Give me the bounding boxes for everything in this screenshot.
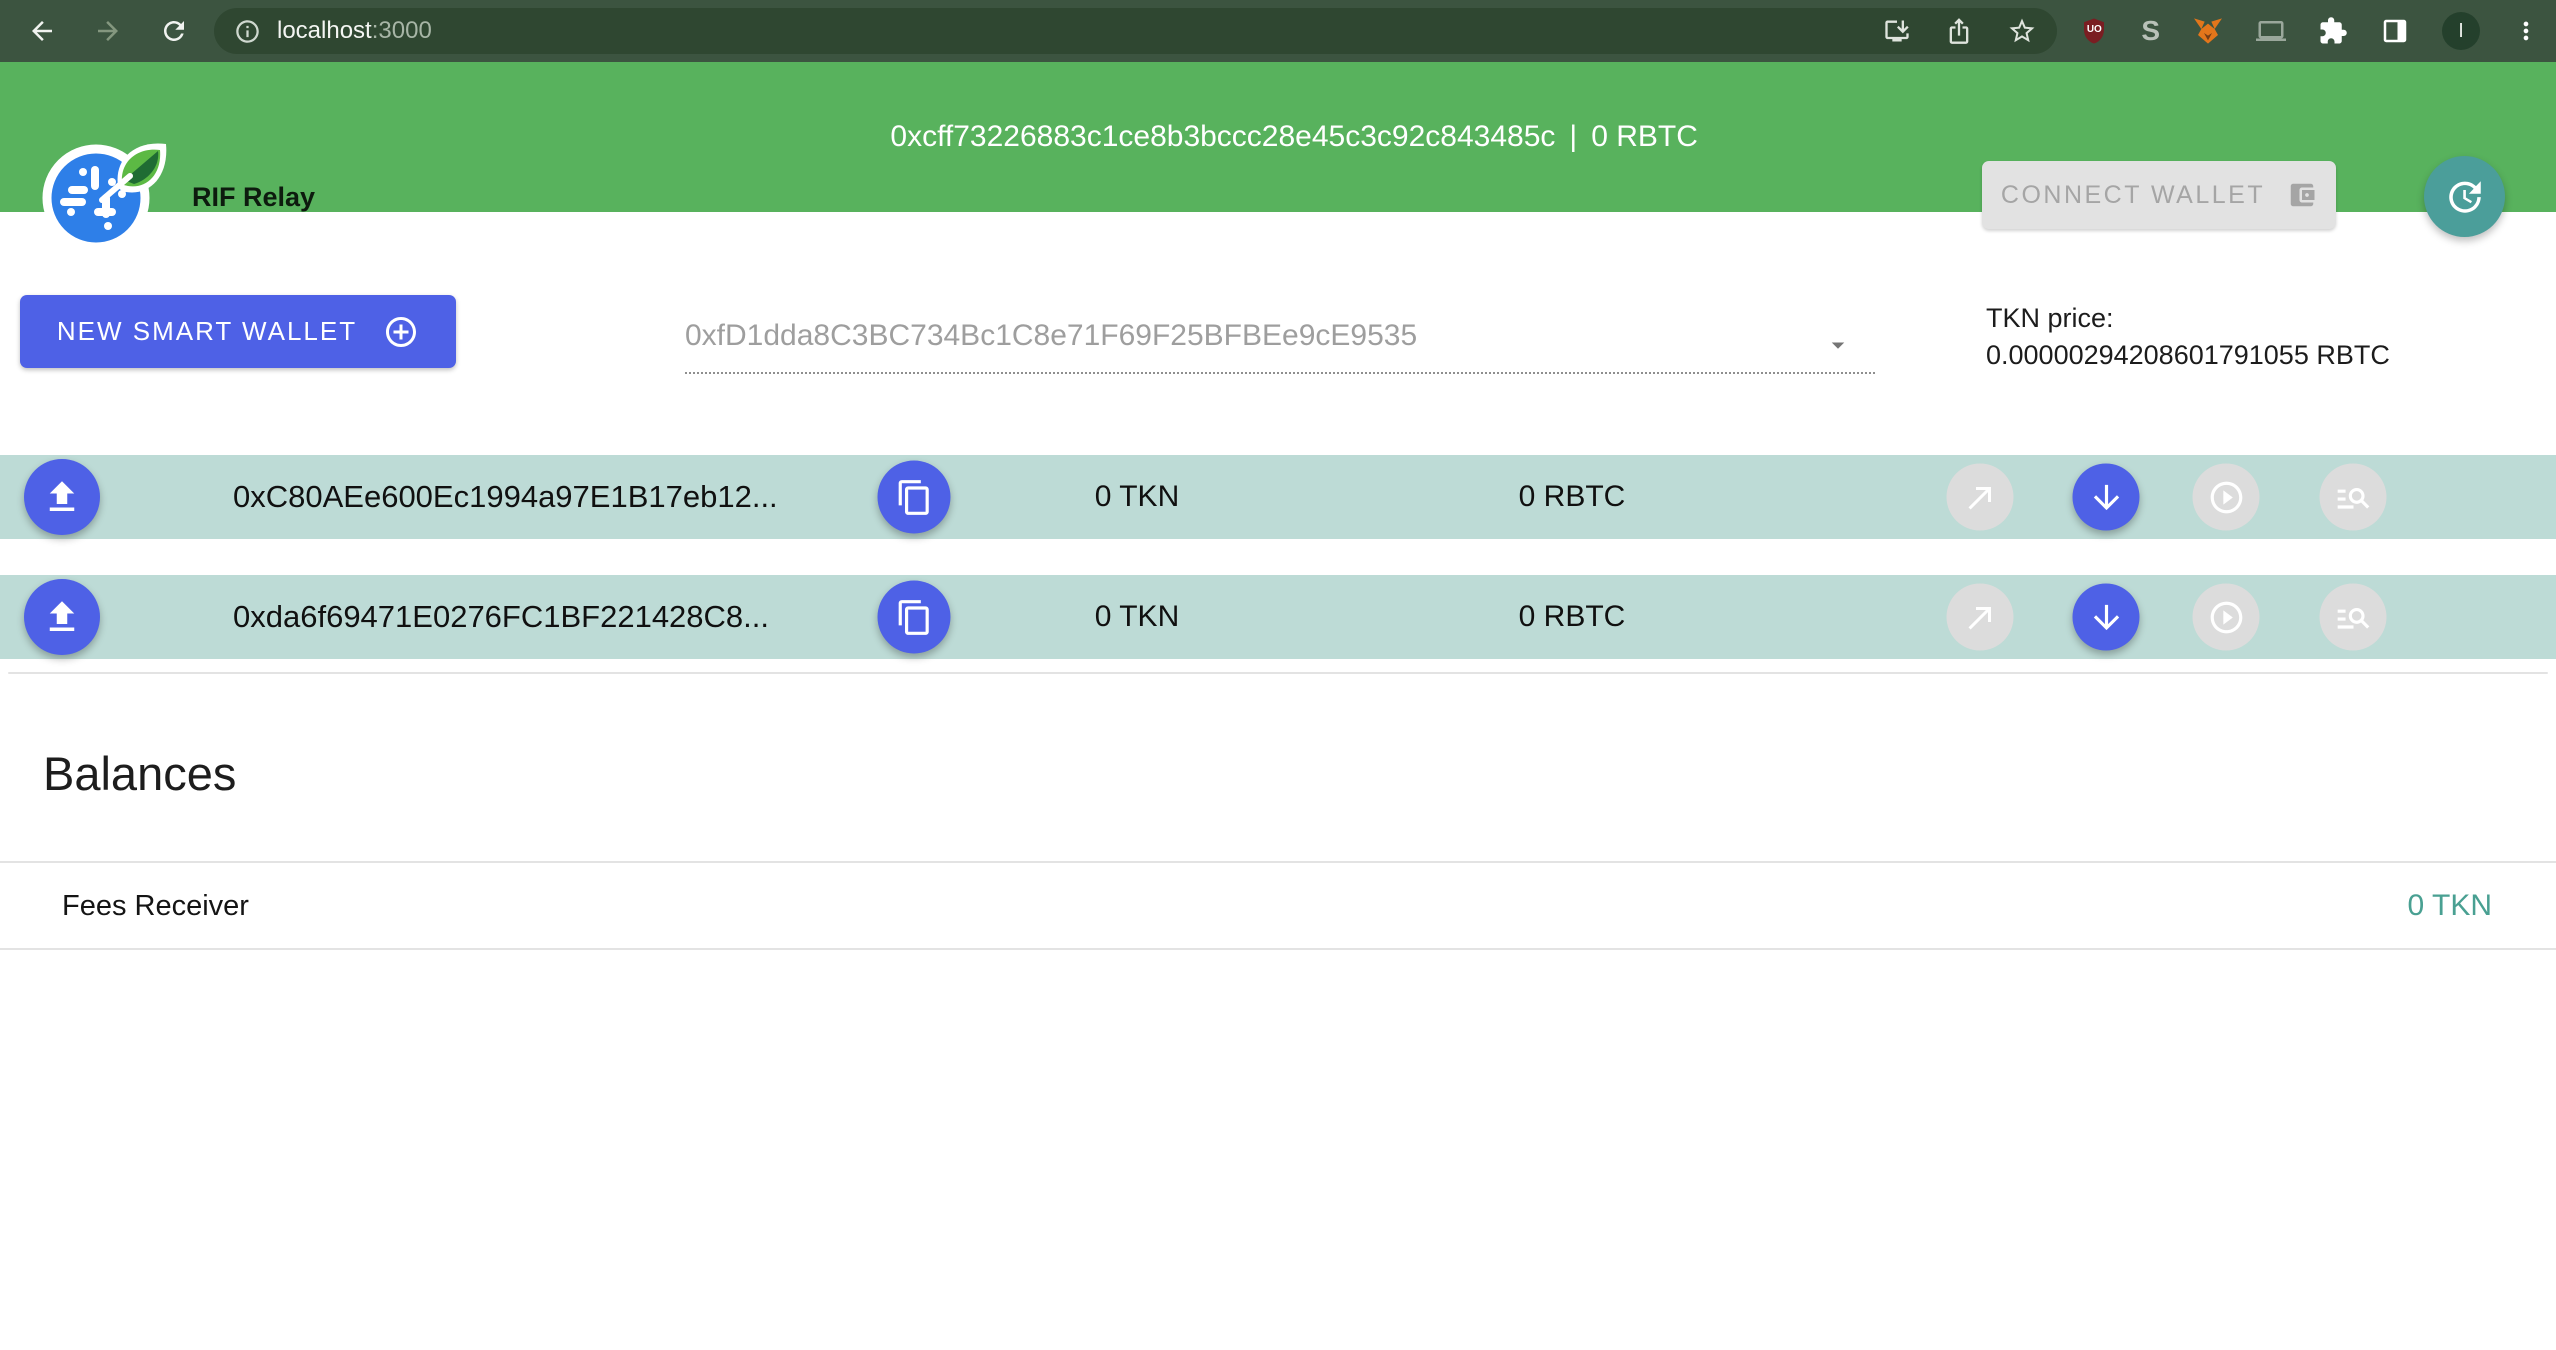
wallet-rbtc-balance: 0 RBTC (1519, 480, 1626, 514)
wallet-tkn-balance: 0 TKN (1095, 480, 1179, 514)
app-title: RIF Relay (192, 182, 315, 213)
back-button[interactable] (16, 5, 68, 57)
fees-receiver-label: Fees Receiver (62, 890, 249, 923)
divider (0, 861, 2556, 863)
smart-wallet-row: 0xda6f69471E0276FC1BF221428C8... 0 TKN 0… (0, 575, 2556, 659)
url-text: localhost:3000 (277, 17, 432, 45)
connect-wallet-button[interactable]: CONNECT WALLET (1982, 161, 2336, 229)
screen-share-icon[interactable] (2256, 16, 2286, 46)
add-circle-icon (383, 314, 419, 350)
wallet-address: 0xC80AEe600Ec1994a97E1B17eb12... (233, 479, 778, 515)
site-info-icon[interactable] (234, 18, 261, 45)
fees-receiver-value: 0 TKN (2408, 889, 2492, 923)
relay-calls-button[interactable] (2320, 464, 2387, 531)
execute-button[interactable] (2193, 464, 2260, 531)
smart-wallet-select[interactable]: 0xfD1dda8C3BC734Bc1C8e71F69F25BFBEe9cE95… (685, 300, 1875, 374)
deploy-wallet-button[interactable] (24, 579, 100, 655)
balances-title: Balances (43, 746, 236, 801)
account-address: 0xcff73226883c1ce8b3bccc28e45c3c92c84348… (890, 120, 1555, 154)
surfshark-icon[interactable]: S (2141, 17, 2160, 45)
url-port: :3000 (372, 17, 432, 44)
metamask-icon[interactable] (2192, 15, 2224, 47)
upload-icon (41, 596, 83, 638)
upload-icon (41, 476, 83, 518)
new-smart-wallet-label: NEW SMART WALLET (57, 316, 357, 347)
wallet-icon (2287, 180, 2317, 210)
tkn-price-label: TKN price: (1986, 300, 2390, 337)
browser-menu-icon[interactable] (2512, 17, 2540, 45)
wallet-tkn-balance: 0 TKN (1095, 600, 1179, 634)
divider (8, 672, 2548, 674)
new-smart-wallet-button[interactable]: NEW SMART WALLET (20, 295, 456, 368)
copy-address-button[interactable] (878, 461, 951, 534)
transfer-button[interactable] (1947, 464, 2014, 531)
extensions-strip: UO S I (2079, 12, 2540, 50)
share-icon[interactable] (1945, 17, 1973, 45)
manage-search-icon (2334, 598, 2372, 636)
address-bar[interactable]: localhost:3000 (214, 8, 2057, 54)
extensions-puzzle-icon[interactable] (2318, 16, 2348, 46)
url-host: localhost (277, 17, 372, 44)
browser-chrome: localhost:3000 UO S (0, 0, 2556, 62)
smart-wallet-row: 0xC80AEe600Ec1994a97E1B17eb12... 0 TKN 0… (0, 455, 2556, 539)
dropdown-arrow-icon (1823, 330, 1853, 360)
tkn-price: TKN price: 0.00000294208601791055 RBTC (1986, 300, 2390, 374)
account-separator: | (1569, 120, 1577, 154)
reload-icon (159, 16, 189, 46)
bookmark-star-icon[interactable] (2007, 16, 2037, 46)
rif-relay-logo-icon (38, 134, 176, 260)
account-balance: 0 RBTC (1591, 120, 1698, 154)
tkn-price-value: 0.00000294208601791055 RBTC (1986, 337, 2390, 374)
forward-button[interactable] (82, 5, 134, 57)
arrow-down-icon (2087, 598, 2125, 636)
app-header: RIF Relay 0xcff73226883c1ce8b3bccc28e45c… (0, 62, 2556, 212)
manage-search-icon (2334, 478, 2372, 516)
refresh-button[interactable] (2424, 156, 2505, 237)
selected-wallet-value: 0xfD1dda8C3BC734Bc1C8e71F69F25BFBEe9cE95… (685, 319, 1417, 353)
transfer-button[interactable] (1947, 584, 2014, 651)
arrow-up-right-icon (1962, 599, 1998, 635)
arrow-up-right-icon (1962, 479, 1998, 515)
wallet-address: 0xda6f69471E0276FC1BF221428C8... (233, 599, 769, 635)
receive-button[interactable] (2073, 464, 2140, 531)
update-icon (2444, 176, 2486, 218)
back-icon (27, 16, 57, 46)
arrow-down-icon (2087, 478, 2125, 516)
play-circle-icon (2207, 478, 2245, 516)
profile-avatar[interactable]: I (2442, 12, 2480, 50)
header-account: 0xcff73226883c1ce8b3bccc28e45c3c92c84348… (890, 62, 1697, 212)
forward-icon (93, 16, 123, 46)
relay-calls-button[interactable] (2320, 584, 2387, 651)
copy-icon (895, 478, 933, 516)
ublock-letters: UO (2079, 24, 2109, 35)
reload-button[interactable] (148, 5, 200, 57)
execute-button[interactable] (2193, 584, 2260, 651)
divider (0, 948, 2556, 950)
connect-wallet-label: CONNECT WALLET (2001, 181, 2265, 210)
ublock-icon[interactable]: UO (2079, 16, 2109, 46)
copy-icon (895, 598, 933, 636)
play-circle-icon (2207, 598, 2245, 636)
side-panel-icon[interactable] (2380, 16, 2410, 46)
install-app-icon[interactable] (1883, 17, 1911, 45)
wallet-rbtc-balance: 0 RBTC (1519, 600, 1626, 634)
copy-address-button[interactable] (878, 581, 951, 654)
receive-button[interactable] (2073, 584, 2140, 651)
deploy-wallet-button[interactable] (24, 459, 100, 535)
